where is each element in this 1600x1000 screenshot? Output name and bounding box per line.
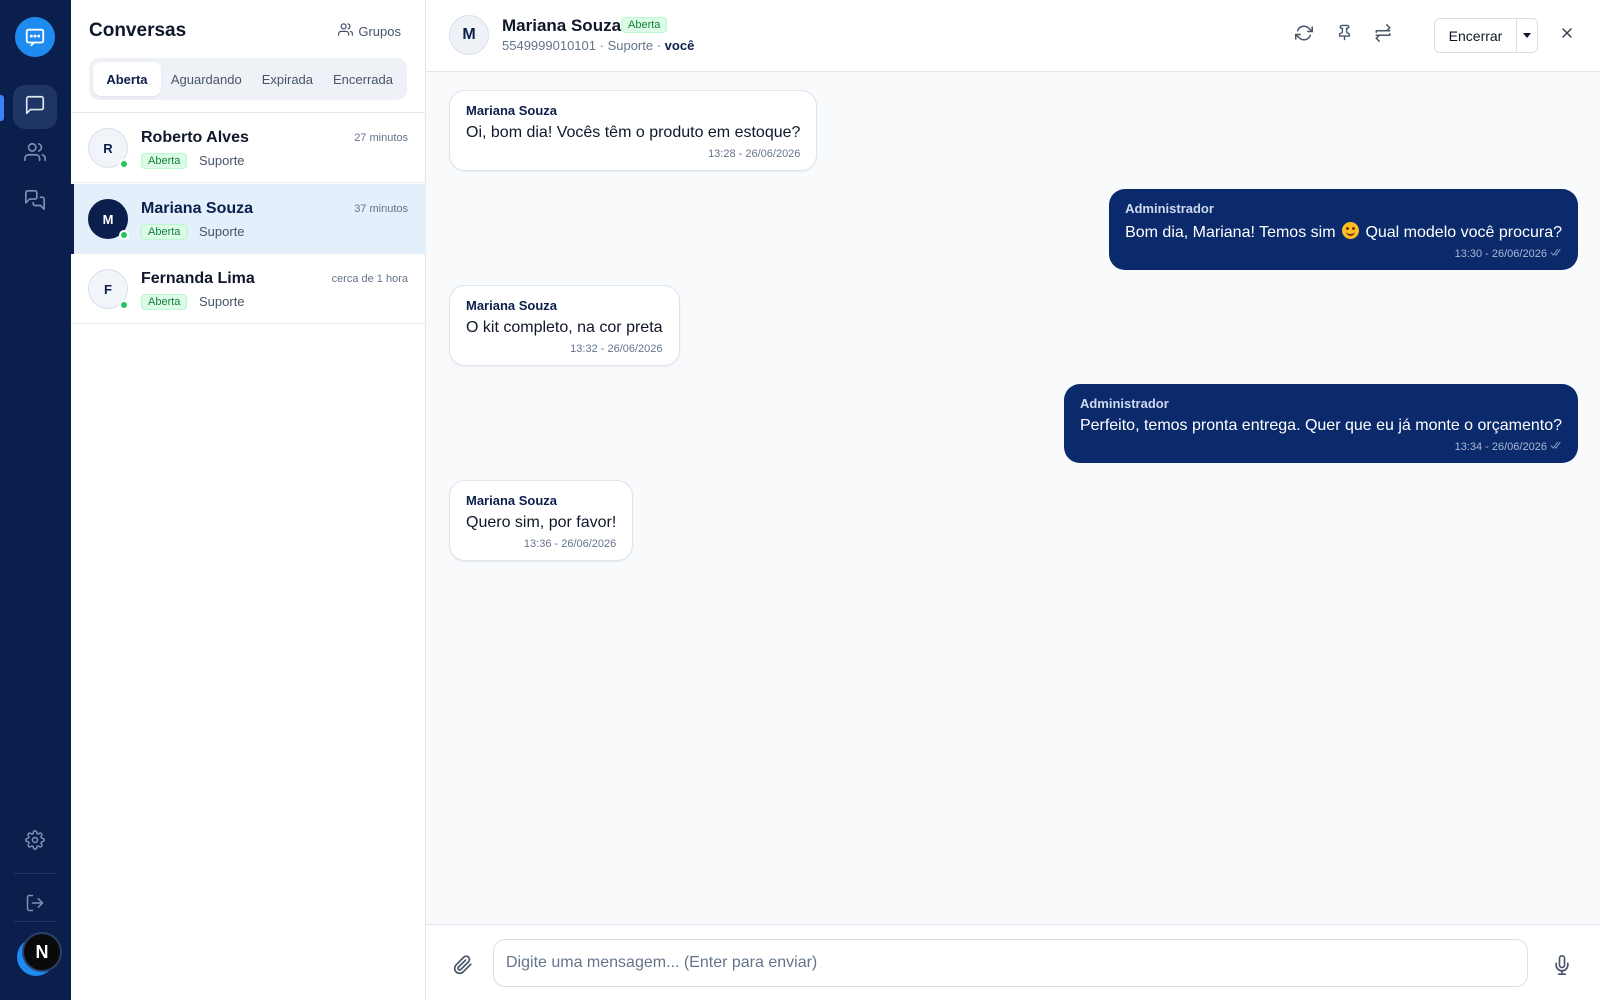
- caret-down-icon: [1522, 27, 1532, 45]
- message-timestamp: 13:36 - 26/06/2026: [523, 538, 617, 550]
- message-bubble-outgoing: Administrador Perfeito, temos pronta ent…: [1063, 384, 1578, 463]
- message-author: Mariana Souza: [466, 103, 558, 118]
- refresh-button[interactable]: [1293, 24, 1315, 46]
- status-tabs: Aberta Aguardando Expirada Encerrada: [89, 58, 407, 100]
- status-badge: Aberta: [141, 224, 188, 240]
- message-text: Quero sim, por favor!: [466, 514, 617, 531]
- contact-name: Mariana Souza: [502, 16, 622, 35]
- message-bubble-incoming: Mariana Souza Quero sim, por favor! 13:3…: [449, 480, 634, 561]
- timestamp-text: 13:34 - 26/06/2026: [1454, 441, 1547, 453]
- app-rail: N: [0, 0, 71, 1000]
- message-composer: [426, 924, 1600, 1000]
- users-icon: [338, 22, 354, 40]
- groups-label: Grupos: [358, 23, 401, 39]
- department-label: Suporte: [199, 294, 245, 309]
- message-author: Administrador: [1079, 396, 1169, 411]
- list-title: Conversas: [89, 20, 187, 41]
- refresh-icon: [1295, 24, 1313, 47]
- last-activity-time: 37 minutos: [354, 203, 408, 215]
- user-avatar: N: [22, 932, 62, 972]
- gear-icon: [25, 829, 45, 855]
- contact-department: Suporte: [607, 38, 654, 53]
- department-label: Suporte: [199, 224, 245, 239]
- chat-header: M Mariana Souza Aberta 5549999010101 · S…: [426, 0, 1600, 72]
- tab-aguardando[interactable]: Aguardando: [161, 62, 252, 96]
- nav-contacts-button[interactable]: [13, 132, 57, 176]
- smiling-face-emoji-icon: [1341, 222, 1359, 239]
- message-text-part: Bom dia, Mariana! Temos sim: [1125, 224, 1336, 241]
- message-square-icon: [24, 94, 46, 121]
- message-thread: Mariana Souza Oi, bom dia! Vocês têm o p…: [426, 72, 1600, 924]
- assignee-label: você: [664, 38, 695, 53]
- close-chat-button[interactable]: [1556, 24, 1578, 46]
- tab-aberta[interactable]: Aberta: [93, 62, 161, 96]
- contact-avatar: M: [449, 15, 489, 55]
- microphone-icon: [1552, 955, 1572, 979]
- attach-button[interactable]: [453, 955, 473, 975]
- transfer-button[interactable]: [1372, 23, 1394, 47]
- close-icon: [1559, 25, 1575, 46]
- last-activity-time: cerca de 1 hora: [331, 273, 408, 285]
- online-status-dot: [119, 300, 129, 310]
- transfer-arrows-icon: [1374, 23, 1392, 47]
- status-badge: Aberta: [621, 17, 668, 33]
- tab-encerrada[interactable]: Encerrada: [323, 62, 403, 96]
- app-logo-chat-icon[interactable]: [15, 17, 55, 57]
- rail-divider: [14, 921, 56, 922]
- message-text: Oi, bom dia! Vocês têm o produto em esto…: [466, 124, 801, 141]
- end-options-dropdown[interactable]: [1516, 18, 1538, 53]
- double-check-icon: [1550, 441, 1562, 453]
- conversation-item-roberto[interactable]: R Roberto Alves 27 minutos Aberta Suport…: [71, 113, 426, 183]
- last-activity-time: 27 minutos: [354, 132, 408, 144]
- message-timestamp: 13:34 - 26/06/2026: [1080, 441, 1562, 453]
- message-text: Perfeito, temos pronta entrega. Quer que…: [1079, 417, 1562, 434]
- conversation-list-panel: Conversas Grupos Aberta Aguardando Expir…: [71, 0, 426, 1000]
- tab-expirada[interactable]: Expirada: [252, 62, 323, 96]
- message-timestamp: 13:28 - 26/06/2026: [708, 148, 801, 160]
- rail-divider: [14, 873, 56, 874]
- message-author: Administrador: [1125, 201, 1214, 216]
- messages-icon: [24, 189, 46, 216]
- logout-icon: [25, 893, 45, 918]
- department-label: Suporte: [199, 153, 245, 168]
- contact-name: Mariana Souza: [141, 200, 254, 217]
- end-conversation-button[interactable]: Encerrar: [1434, 18, 1516, 53]
- active-nav-indicator: [0, 95, 4, 121]
- status-badge: Aberta: [141, 294, 188, 310]
- online-status-dot: [119, 230, 129, 240]
- pin-button[interactable]: [1333, 24, 1355, 46]
- message-timestamp: 13:30 - 26/06/2026: [1125, 248, 1562, 260]
- nav-settings-button[interactable]: [13, 820, 57, 864]
- contact-name: Roberto Alves: [141, 129, 249, 146]
- groups-button[interactable]: Grupos: [338, 22, 401, 40]
- users-icon: [24, 141, 46, 168]
- user-avatar-button[interactable]: N: [17, 932, 63, 978]
- contact-meta: 5549999010101 · Suporte · você: [502, 38, 695, 53]
- message-text-part: Qual modelo você procura?: [1365, 224, 1562, 241]
- pin-icon: [1336, 24, 1353, 46]
- message-author: Mariana Souza: [466, 493, 558, 508]
- message-text: Bom dia, Mariana! Temos sim Qual modelo …: [1125, 222, 1562, 242]
- message-author: Mariana Souza: [466, 298, 558, 313]
- message-bubble-outgoing: Administrador Bom dia, Mariana! Temos si…: [1109, 189, 1578, 270]
- contact-name: Fernanda Lima: [141, 270, 255, 287]
- message-timestamp: 13:32 - 26/06/2026: [570, 343, 663, 355]
- conversation-item-mariana[interactable]: M Mariana Souza 37 minutos Aberta Suport…: [71, 184, 426, 254]
- message-bubble-incoming: Mariana Souza O kit completo, na cor pre…: [449, 285, 680, 366]
- double-check-icon: [1550, 248, 1562, 260]
- voice-record-button[interactable]: [1552, 955, 1572, 975]
- message-input[interactable]: [493, 939, 1528, 987]
- status-badge: Aberta: [141, 153, 188, 169]
- message-bubble-incoming: Mariana Souza Oi, bom dia! Vocês têm o p…: [449, 90, 818, 171]
- online-status-dot: [119, 159, 129, 169]
- timestamp-text: 13:30 - 26/06/2026: [1454, 248, 1547, 260]
- contact-phone: 5549999010101: [502, 38, 596, 53]
- message-text: O kit completo, na cor preta: [466, 319, 663, 336]
- paperclip-icon: [453, 955, 473, 979]
- conversation-item-fernanda[interactable]: F Fernanda Lima cerca de 1 hora Aberta S…: [71, 254, 426, 324]
- nav-groups-chat-button[interactable]: [13, 180, 57, 224]
- nav-conversations-button[interactable]: [13, 85, 57, 129]
